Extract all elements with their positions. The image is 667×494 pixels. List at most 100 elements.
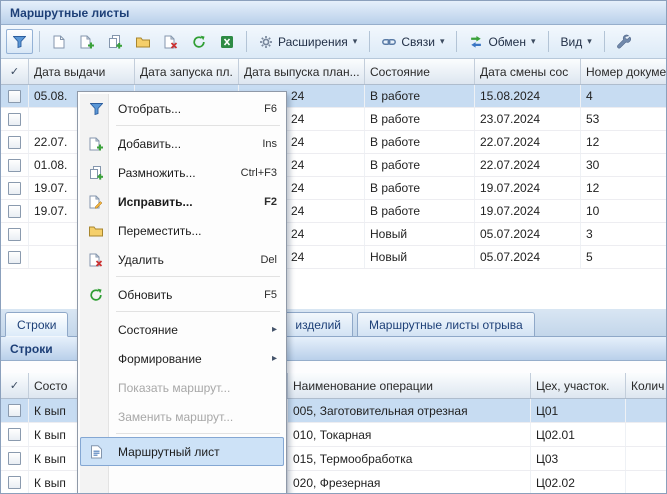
row-checkbox[interactable] [8, 90, 21, 103]
refresh-icon [192, 35, 206, 49]
toolbar-separator [548, 31, 549, 52]
settings-wrench-button[interactable] [610, 29, 637, 54]
toolbar-menu-view[interactable]: Вид ▾ [554, 29, 599, 54]
new-document-button[interactable] [45, 29, 72, 54]
row-checkbox[interactable] [8, 205, 21, 218]
delete-document-icon [86, 253, 106, 267]
select-all-column-header[interactable]: ✓ [1, 59, 29, 84]
menu-item-shortcut: Ctrl+F3 [241, 167, 277, 179]
row-checkbox[interactable] [8, 476, 21, 489]
menu-item-shortcut: Ins [262, 138, 277, 150]
menu-item-edit[interactable]: Исправить... F2 [80, 187, 284, 216]
cell-state: В работе [365, 200, 475, 222]
row-checkbox-cell [1, 447, 29, 470]
cell-quantity [626, 447, 666, 470]
toolbar-menu-label: Связи [401, 35, 435, 49]
new-document-icon [53, 35, 65, 49]
filter-button[interactable] [6, 29, 33, 54]
lines-section-title: Строки [10, 342, 53, 356]
row-checkbox[interactable] [8, 113, 21, 126]
menu-item-shortcut: F2 [264, 196, 277, 208]
toolbar-menu-exchange[interactable]: Обмен ▾ [462, 29, 542, 54]
refresh-icon [86, 288, 106, 302]
cell-operation-name: 005, Заготовительная отрезная [288, 399, 531, 422]
row-checkbox[interactable] [8, 251, 21, 264]
select-all-column-header[interactable]: ✓ [1, 373, 29, 398]
row-checkbox-cell [1, 177, 29, 199]
column-header-state-change-date[interactable]: Дата смены сос [475, 59, 581, 84]
menu-item-route-sheet[interactable]: Маршрутный лист [80, 437, 284, 466]
cell-workshop: Ц01 [531, 399, 626, 422]
menu-item-replace-route: Заменить маршрут... [80, 402, 284, 431]
toolbar: Расширения ▾ Связи ▾ Обмен ▾ Вид ▾ [1, 25, 666, 59]
row-checkbox-cell [1, 471, 29, 494]
cell-document-number: 12 [581, 177, 666, 199]
cell-state: В работе [365, 85, 475, 107]
column-header-quantity[interactable]: Колич [626, 373, 666, 398]
row-checkbox-cell [1, 423, 29, 446]
cell-document-number: 30 [581, 154, 666, 176]
delete-document-button[interactable] [157, 29, 184, 54]
excel-export-button[interactable] [213, 29, 240, 54]
cell-workshop: Ц02.01 [531, 423, 626, 446]
duplicate-document-icon [86, 166, 106, 180]
excel-icon [220, 35, 234, 49]
menu-item-label: Заменить маршрут... [118, 410, 233, 424]
row-checkbox[interactable] [8, 182, 21, 195]
refresh-button[interactable] [185, 29, 212, 54]
move-folder-button[interactable] [129, 29, 156, 54]
menu-item-label: Размножить... [118, 166, 196, 180]
menu-item-shortcut: F6 [264, 103, 277, 115]
toolbar-menu-links[interactable]: Связи ▾ [375, 29, 451, 54]
row-checkbox-cell [1, 154, 29, 176]
row-checkbox[interactable] [8, 228, 21, 241]
wrench-icon [616, 34, 631, 49]
column-header-operation-name[interactable]: Наименование операции [288, 373, 531, 398]
column-header-workshop[interactable]: Цех, участок. [531, 373, 626, 398]
menu-item-label: Показать маршрут... [118, 381, 230, 395]
add-document-icon [80, 35, 94, 49]
route-sheet-icon [86, 445, 106, 459]
add-document-button[interactable] [73, 29, 100, 54]
row-checkbox[interactable] [8, 404, 21, 417]
row-checkbox[interactable] [8, 159, 21, 172]
row-checkbox-cell [1, 200, 29, 222]
menu-item-delete[interactable]: Удалить Del [80, 245, 284, 274]
column-header-document-number[interactable]: Номер докуме [581, 59, 666, 84]
tab-tear-off-route-sheets[interactable]: Маршрутные листы отрыва [357, 312, 535, 337]
column-header-state[interactable]: Состояние [365, 59, 475, 84]
menu-item-move[interactable]: Переместить... [80, 216, 284, 245]
gear-icon [259, 35, 273, 49]
chevron-down-icon: ▾ [440, 36, 445, 47]
chevron-down-icon: ▾ [353, 36, 358, 47]
column-header-release-date[interactable]: Дата выпуска план... [239, 59, 365, 84]
edit-document-icon [86, 195, 106, 209]
menu-item-add[interactable]: Добавить... Ins [80, 129, 284, 158]
cell-document-number: 3 [581, 223, 666, 245]
row-checkbox[interactable] [8, 452, 21, 465]
move-folder-icon [136, 36, 150, 48]
exchange-arrows-icon [469, 35, 483, 48]
menu-item-duplicate[interactable]: Размножить... Ctrl+F3 [80, 158, 284, 187]
cell-document-number: 12 [581, 131, 666, 153]
route-sheets-window: Маршрутные листы [0, 0, 667, 494]
menu-item-label: Обновить [118, 288, 172, 302]
menu-item-state[interactable]: Состояние ▸ [80, 315, 284, 344]
cell-operation-name: 020, Фрезерная [288, 471, 531, 494]
toolbar-separator [369, 31, 370, 52]
toolbar-menu-extensions[interactable]: Расширения ▾ [252, 29, 364, 54]
menu-item-select[interactable]: Отобрать... F6 [80, 94, 284, 123]
duplicate-document-button[interactable] [101, 29, 128, 54]
menu-item-formation[interactable]: Формирование ▸ [80, 344, 284, 373]
column-header-launch-date[interactable]: Дата запуска пл. [135, 59, 239, 84]
row-checkbox[interactable] [8, 136, 21, 149]
menu-item-refresh[interactable]: Обновить F5 [80, 280, 284, 309]
chain-link-icon [382, 35, 396, 49]
cell-state-change-date: 19.07.2024 [475, 177, 581, 199]
row-checkbox[interactable] [8, 428, 21, 441]
cell-quantity [626, 471, 666, 494]
column-header-issue-date[interactable]: Дата выдачи [29, 59, 135, 84]
row-checkbox-cell [1, 246, 29, 268]
cell-state: Новый [365, 223, 475, 245]
tab-lines[interactable]: Строки [5, 312, 68, 337]
